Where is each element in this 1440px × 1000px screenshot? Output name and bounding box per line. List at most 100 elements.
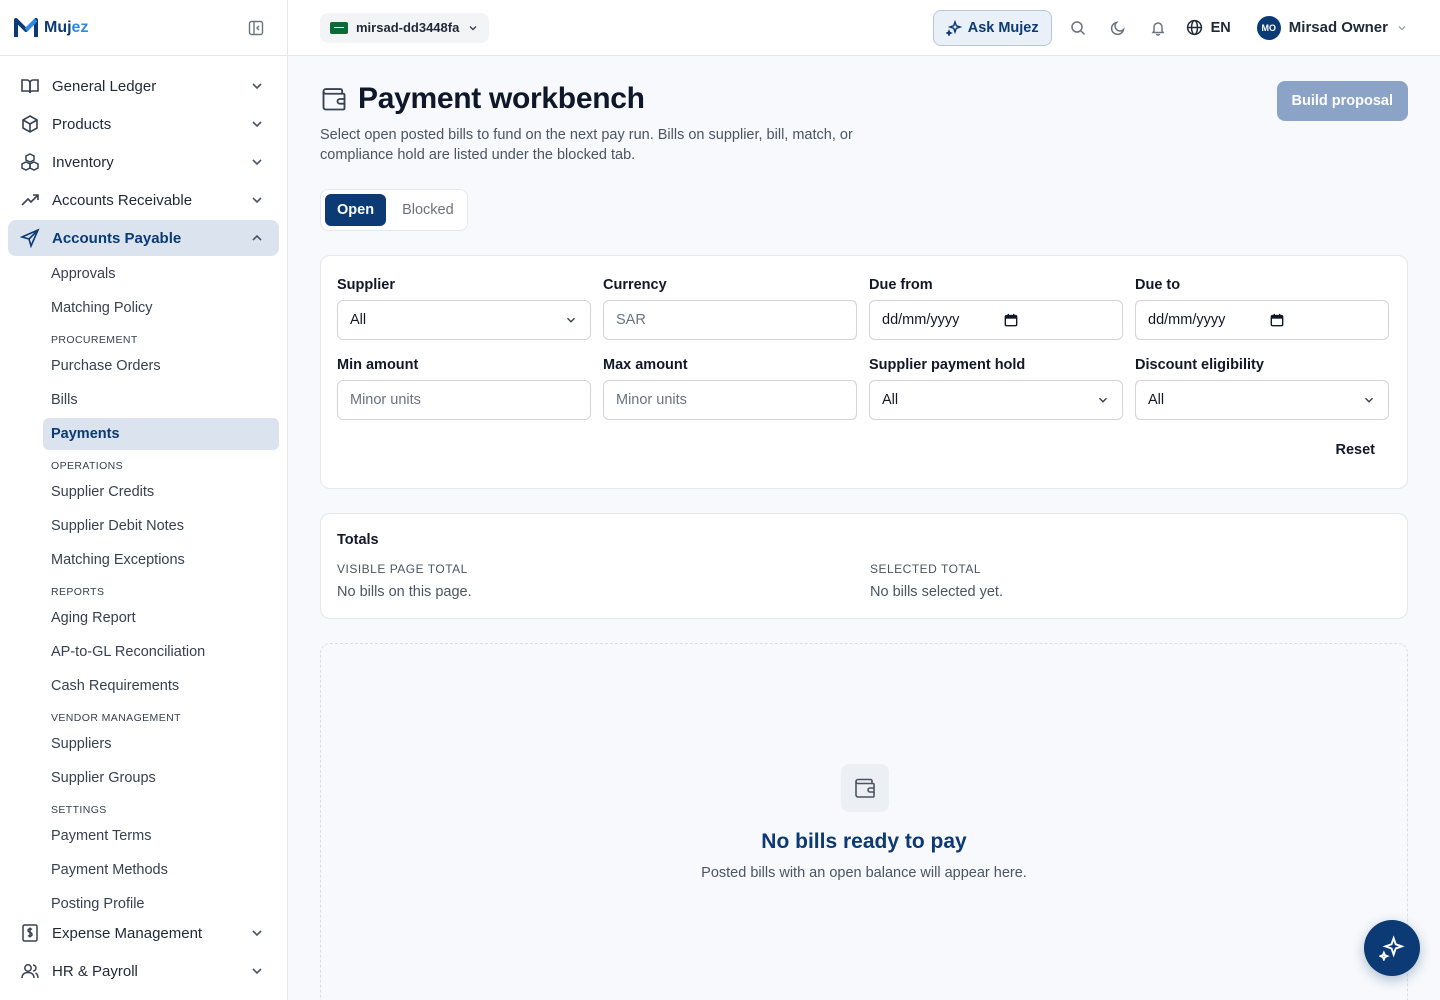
sidebar-item-supplier-credits[interactable]: Supplier Credits <box>43 476 279 508</box>
bell-icon[interactable] <box>1138 10 1178 46</box>
book-open-icon <box>20 76 40 96</box>
due-from-filter: Due from dd/mm/yyyy <box>869 276 1123 356</box>
min-amount-input[interactable]: Minor units <box>337 380 591 420</box>
sidebar-collapse-icon[interactable] <box>245 17 267 39</box>
sidebar-item-payment-terms[interactable]: Payment Terms <box>43 820 279 852</box>
page-header: Payment workbench Select open posted bil… <box>320 56 1408 180</box>
section-heading-settings: SETTINGS <box>51 804 107 816</box>
calendar-icon[interactable] <box>1004 313 1018 327</box>
sidebar-item-purchase-orders[interactable]: Purchase Orders <box>43 350 279 382</box>
organization-name: mirsad-dd3448fa <box>356 20 460 35</box>
sidebar-item-bills[interactable]: Bills <box>43 384 279 416</box>
sidebar-item-ap-gl-reconciliation[interactable]: AP-to-GL Reconciliation <box>43 636 279 668</box>
currency-input[interactable]: SAR <box>603 300 857 340</box>
sidebar-item-payments[interactable]: Payments <box>43 418 279 450</box>
supplier-payment-hold-select[interactable]: All <box>869 380 1123 420</box>
sidebar-nav-bottom: Expense Management HR & Payroll <box>8 915 279 991</box>
supplier-filter: Supplier All <box>337 276 591 356</box>
search-icon[interactable] <box>1058 10 1098 46</box>
build-proposal-button[interactable]: Build proposal <box>1276 81 1408 121</box>
calendar-icon[interactable] <box>1270 313 1284 327</box>
min-amount-placeholder: Minor units <box>350 392 421 408</box>
min-amount-label: Min amount <box>337 357 419 373</box>
main-content: Payment workbench Select open posted bil… <box>320 56 1408 1000</box>
due-to-date-input[interactable]: dd/mm/yyyy <box>1135 300 1389 340</box>
trending-up-icon <box>20 190 40 210</box>
selected-total: SELECTED TOTAL No bills selected yet. <box>870 562 1003 600</box>
tab-open[interactable]: Open <box>325 194 387 226</box>
sidebar-item-label: Accounts Receivable <box>52 191 193 209</box>
sidebar-item-aging-report[interactable]: Aging Report <box>43 602 279 634</box>
sidebar-item-approvals[interactable]: Approvals <box>43 258 279 290</box>
chevron-down-icon <box>1362 393 1376 407</box>
discount-eligibility-select[interactable]: All <box>1135 380 1389 420</box>
page-title-group: Payment workbench <box>320 82 645 116</box>
min-amount-filter: Min amount Minor units <box>337 356 591 436</box>
sidebar-item-accounts-payable[interactable]: Accounts Payable <box>8 220 279 256</box>
users-icon <box>20 961 40 981</box>
receipt-icon <box>20 923 40 943</box>
currency-placeholder: SAR <box>616 312 646 328</box>
accounts-payable-submenu: Approvals Matching Policy PROCUREMENT Pu… <box>8 258 279 920</box>
due-from-date-input[interactable]: dd/mm/yyyy <box>869 300 1123 340</box>
box-icon <box>20 114 40 134</box>
user-menu[interactable]: MO Mirsad Owner <box>1256 15 1408 40</box>
sidebar-item-label: Accounts Payable <box>52 229 182 247</box>
visible-page-total: VISIBLE PAGE TOTAL No bills on this page… <box>337 562 472 600</box>
sidebar-item-payment-methods[interactable]: Payment Methods <box>43 854 279 886</box>
empty-state-subtitle: Posted bills with an open balance will a… <box>701 865 1027 881</box>
supplier-payment-hold-label: Supplier payment hold <box>869 357 1026 373</box>
moon-icon[interactable] <box>1098 10 1138 46</box>
organization-switcher[interactable]: mirsad-dd3448fa <box>320 12 490 43</box>
sidebar-item-hr-payroll[interactable]: HR & Payroll <box>8 953 279 989</box>
page-title: Payment workbench <box>358 82 645 115</box>
top-bar-actions: Ask Mujez EN MO Mirsad Owner <box>932 9 1408 46</box>
ask-mujez-button[interactable]: Ask Mujez <box>932 9 1052 46</box>
sidebar-item-matching-exceptions[interactable]: Matching Exceptions <box>43 544 279 576</box>
reset-button[interactable]: Reset <box>1336 442 1376 458</box>
brand-logo[interactable]: Mujez <box>14 17 88 39</box>
max-amount-filter: Max amount Minor units <box>603 356 857 436</box>
filters-panel: Supplier All Currency SAR Due from dd/mm… <box>320 255 1408 489</box>
avatar: MO <box>1256 15 1281 40</box>
sidebar-item-general-ledger[interactable]: General Ledger <box>8 68 279 104</box>
chevron-down-icon <box>249 925 265 941</box>
supplier-select[interactable]: All <box>337 300 591 340</box>
max-amount-placeholder: Minor units <box>616 392 687 408</box>
sparkles-icon <box>945 19 962 36</box>
discount-eligibility-value: All <box>1148 392 1165 408</box>
sidebar-item-label: HR & Payroll <box>52 962 138 980</box>
supplier-payment-hold-value: All <box>882 392 899 408</box>
visible-page-total-value: No bills on this page. <box>337 584 472 600</box>
currency-label: Currency <box>603 277 667 293</box>
chevron-up-icon <box>249 230 265 246</box>
section-heading-operations: OPERATIONS <box>51 460 124 472</box>
empty-state-title: No bills ready to pay <box>761 830 967 853</box>
sidebar-item-inventory[interactable]: Inventory <box>8 144 279 180</box>
ai-assistant-fab[interactable] <box>1364 920 1420 976</box>
tab-blocked[interactable]: Blocked <box>390 194 466 226</box>
sidebar-item-products[interactable]: Products <box>8 106 279 142</box>
top-bar: mirsad-dd3448fa Ask Mujez EN MO Mirsad O… <box>288 0 1440 56</box>
due-to-label: Due to <box>1135 277 1181 293</box>
sidebar-item-suppliers[interactable]: Suppliers <box>43 728 279 760</box>
boxes-icon <box>20 152 40 172</box>
sidebar-item-accounts-receivable[interactable]: Accounts Receivable <box>8 182 279 218</box>
sidebar-item-supplier-debit-notes[interactable]: Supplier Debit Notes <box>43 510 279 542</box>
sidebar-nav: General Ledger Products Inventory Accoun… <box>0 56 287 920</box>
page-description: Select open posted bills to fund on the … <box>320 127 853 163</box>
language-switcher[interactable]: EN <box>1186 19 1231 36</box>
max-amount-input[interactable]: Minor units <box>603 380 857 420</box>
supplier-label: Supplier <box>337 277 396 293</box>
sidebar: Mujez General Ledger Products Inventory … <box>0 0 288 1000</box>
sidebar-item-matching-policy[interactable]: Matching Policy <box>43 292 279 324</box>
mujez-logo-icon <box>14 17 38 37</box>
chevron-down-icon <box>564 313 578 327</box>
sidebar-header: Mujez <box>0 0 287 56</box>
sidebar-item-cash-requirements[interactable]: Cash Requirements <box>43 670 279 702</box>
sidebar-item-supplier-groups[interactable]: Supplier Groups <box>43 762 279 794</box>
max-amount-label: Max amount <box>603 357 688 373</box>
section-heading-vendor-management: VENDOR MANAGEMENT <box>51 712 181 724</box>
chevron-down-icon <box>249 192 265 208</box>
sidebar-item-expense-management[interactable]: Expense Management <box>8 915 279 951</box>
